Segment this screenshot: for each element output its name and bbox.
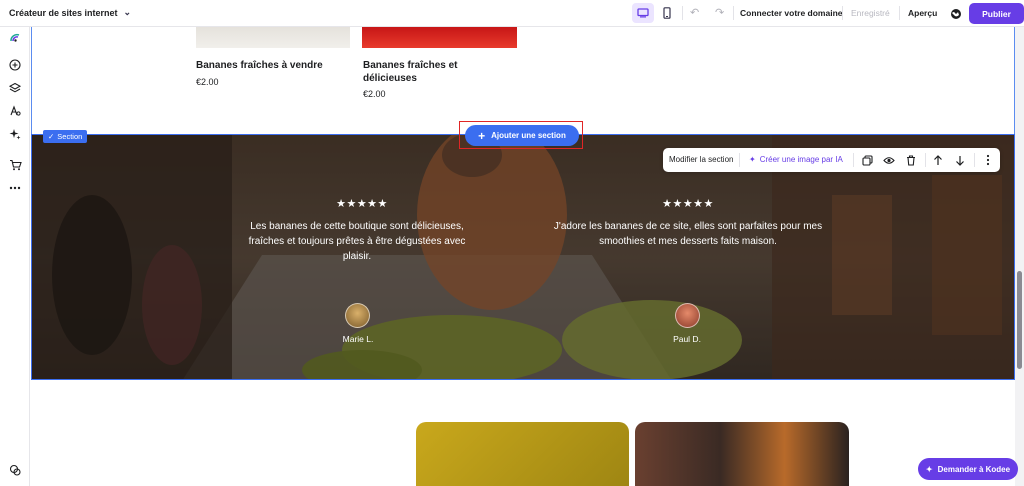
builder-label: Créateur de sites internet bbox=[9, 7, 118, 18]
gallery-image[interactable] bbox=[416, 422, 629, 486]
ai-image-label: Créer une image par IA bbox=[759, 155, 843, 164]
rating-stars: ★★★★★ bbox=[336, 198, 388, 210]
divider bbox=[899, 6, 900, 20]
chevron-down-icon: ⌄ bbox=[123, 7, 132, 17]
canvas-scrollbar[interactable] bbox=[1015, 27, 1024, 486]
product-image[interactable] bbox=[362, 27, 517, 48]
products-section[interactable]: Bananes fraîches à vendre €2.00 Bananes … bbox=[31, 27, 1015, 134]
mobile-view-button[interactable] bbox=[656, 3, 678, 23]
add-section-label: Ajouter une section bbox=[491, 131, 566, 140]
product-price: €2.00 bbox=[363, 89, 386, 99]
builder-menu[interactable]: Créateur de sites internet ⌄ bbox=[9, 7, 131, 18]
top-bar: Créateur de sites internet ⌄ ↶ ↷ Connect… bbox=[0, 0, 1024, 27]
ask-kodee-button[interactable]: ✦ Demander à Kodee bbox=[918, 458, 1018, 480]
duplicate-icon[interactable] bbox=[860, 153, 874, 167]
section-toolbar: Modifier la section ✦ Créer une image pa… bbox=[663, 148, 1000, 172]
trash-icon[interactable] bbox=[904, 153, 918, 167]
divider bbox=[925, 153, 926, 167]
publish-button[interactable]: Publier bbox=[969, 3, 1024, 24]
undo-icon[interactable]: ↶ bbox=[690, 6, 699, 19]
add-section-button[interactable]: + Ajouter une section bbox=[465, 125, 579, 146]
saved-status: Enregistré bbox=[851, 8, 890, 18]
mobile-icon bbox=[663, 7, 671, 19]
avatar bbox=[345, 303, 370, 328]
desktop-view-button[interactable] bbox=[632, 3, 654, 23]
plus-icon: + bbox=[478, 128, 486, 143]
edit-section-button[interactable]: Modifier la section bbox=[669, 155, 733, 164]
sparkle-icon: ✦ bbox=[749, 155, 756, 164]
product-name[interactable]: Bananes fraîches à vendre bbox=[196, 59, 336, 72]
check-icon: ✓ bbox=[48, 132, 55, 141]
desktop-icon bbox=[637, 8, 649, 18]
help-icon[interactable] bbox=[8, 463, 22, 477]
arrow-up-icon[interactable] bbox=[931, 153, 945, 167]
product-price: €2.00 bbox=[196, 77, 219, 87]
testimonial-text[interactable]: J'adore les bananes de ce site, elles so… bbox=[550, 219, 826, 249]
product-name[interactable]: Bananes fraîches et délicieuses bbox=[363, 59, 483, 85]
section-badge-label: Section bbox=[57, 132, 83, 141]
avatar bbox=[675, 303, 700, 328]
kodee-icon: ✦ bbox=[925, 464, 933, 474]
layers-icon[interactable] bbox=[8, 81, 22, 95]
testimonial-author: Paul D. bbox=[673, 334, 701, 344]
ai-image-button[interactable]: ✦ Créer une image par IA bbox=[749, 155, 843, 164]
globe-icon[interactable] bbox=[950, 7, 962, 25]
divider bbox=[733, 6, 734, 20]
gallery-section[interactable] bbox=[31, 382, 1015, 486]
redo-icon[interactable]: ↷ bbox=[715, 6, 724, 19]
left-sidebar bbox=[0, 27, 30, 486]
divider bbox=[682, 6, 683, 20]
divider bbox=[739, 153, 740, 167]
section-badge[interactable]: ✓ Section bbox=[43, 130, 88, 143]
more-options-icon[interactable] bbox=[981, 153, 995, 167]
add-element-icon[interactable] bbox=[8, 58, 22, 72]
website-canvas[interactable]: Bananes fraîches à vendre €2.00 Bananes … bbox=[31, 27, 1015, 486]
scrollbar-thumb[interactable] bbox=[1017, 271, 1022, 369]
logo-icon[interactable] bbox=[8, 31, 22, 45]
connect-domain-button[interactable]: Connecter votre domaine bbox=[740, 8, 843, 18]
store-cart-icon[interactable] bbox=[8, 158, 22, 172]
more-icon[interactable] bbox=[8, 181, 22, 195]
product-image[interactable] bbox=[196, 27, 350, 48]
divider bbox=[842, 6, 843, 20]
preview-button[interactable]: Aperçu bbox=[908, 8, 937, 18]
ai-tools-icon[interactable] bbox=[8, 127, 22, 141]
styles-icon[interactable] bbox=[8, 104, 22, 118]
testimonial-text[interactable]: Les bananes de cette boutique sont délic… bbox=[237, 219, 477, 264]
testimonial-author: Marie L. bbox=[342, 334, 374, 344]
arrow-down-icon[interactable] bbox=[953, 153, 967, 167]
eye-icon[interactable] bbox=[882, 153, 896, 167]
kodee-label: Demander à Kodee bbox=[937, 464, 1011, 474]
divider bbox=[853, 153, 854, 167]
rating-stars: ★★★★★ bbox=[662, 198, 714, 210]
divider bbox=[974, 153, 975, 167]
gallery-image[interactable] bbox=[635, 422, 849, 486]
